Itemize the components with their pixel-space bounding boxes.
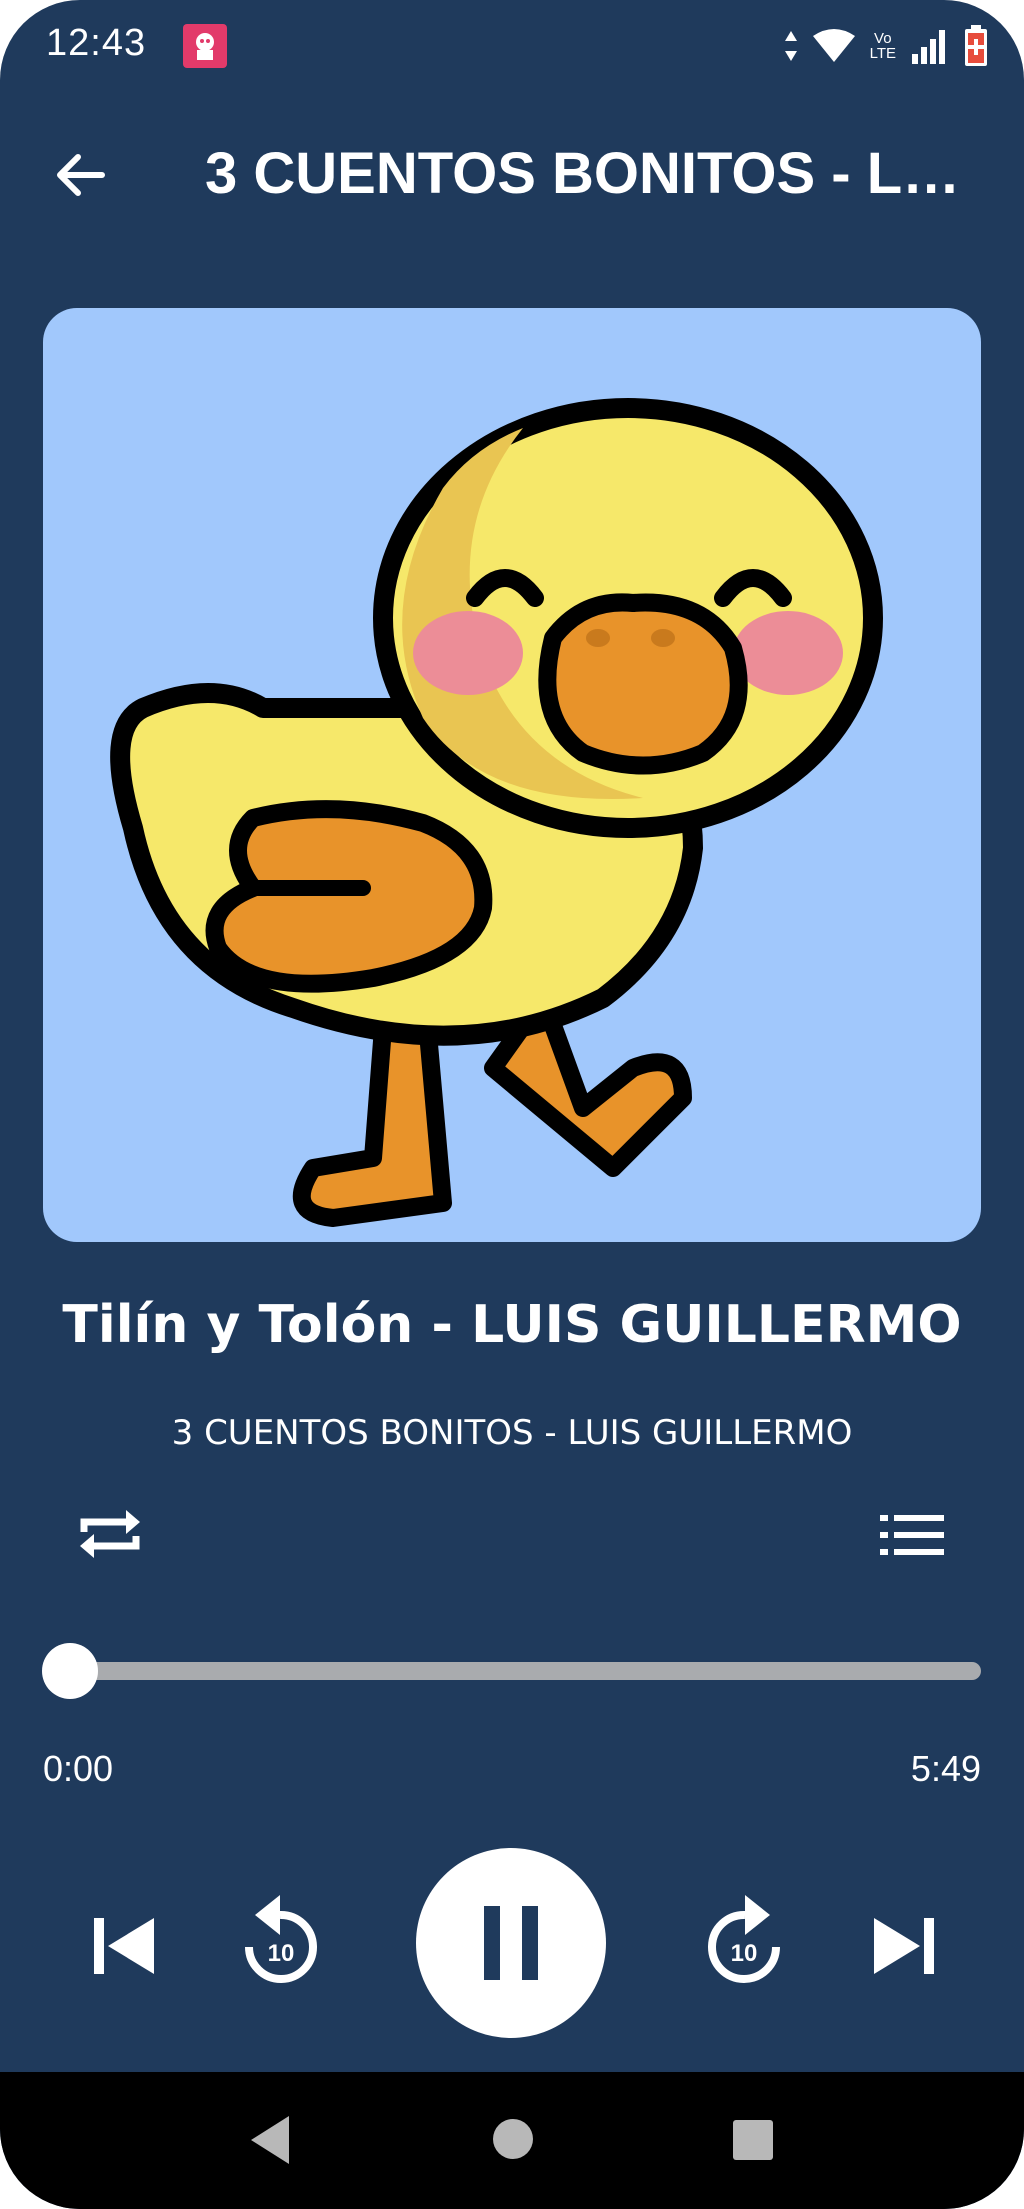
back-button[interactable] <box>48 142 114 208</box>
forward-seconds-label: 10 <box>731 1940 758 1967</box>
nav-home-button[interactable] <box>488 2114 538 2164</box>
track-title: Tilín y Tolón - LUIS GUILLERMO <box>62 1295 962 1355</box>
square-recents-icon <box>733 2120 773 2160</box>
rewind-seconds-label: 10 <box>268 1940 295 1967</box>
signal-icon <box>912 30 945 64</box>
pause-icon <box>484 1906 538 1980</box>
replay-10-icon: 10 <box>245 1895 317 1983</box>
status-bar: 12:43 Vo LTE <box>0 0 1024 95</box>
album-title: 3 CUENTOS BONITOS - LUIS GUILLERMO <box>171 1413 853 1453</box>
rewind-10-button[interactable]: 10 <box>235 1885 325 1990</box>
next-track-button[interactable] <box>868 1910 940 1982</box>
play-pause-button[interactable] <box>416 1848 606 2038</box>
wifi-icon <box>812 29 855 62</box>
status-icons: Vo LTE <box>784 24 988 68</box>
battery-icon <box>965 25 987 66</box>
app-notification-icon <box>183 24 227 68</box>
forward-10-button[interactable]: 10 <box>700 1885 790 1990</box>
repeat-button[interactable] <box>74 1498 146 1570</box>
nav-back-button[interactable] <box>245 2112 295 2168</box>
previous-track-button[interactable] <box>88 1910 160 1982</box>
volte-indicator: Vo LTE <box>869 30 896 62</box>
skip-previous-icon <box>94 1918 154 1974</box>
circle-home-icon <box>493 2119 533 2159</box>
player-screen: 12:43 Vo LTE 3 CUENTOS BONITOS - LUI Til… <box>0 0 1024 2209</box>
data-arrows-icon <box>784 31 797 61</box>
nav-recents-button[interactable] <box>729 2116 777 2164</box>
total-duration: 5:49 <box>910 1748 981 1789</box>
skip-next-icon <box>874 1918 934 1974</box>
triangle-back-icon <box>251 2116 289 2164</box>
list-icon <box>880 1515 944 1555</box>
arrow-left-icon <box>57 154 105 196</box>
seek-bar[interactable] <box>70 1662 981 1680</box>
status-time: 12:43 <box>46 22 147 64</box>
forward-10-icon: 10 <box>708 1895 780 1983</box>
album-artwork <box>43 308 981 1242</box>
queue-button[interactable] <box>876 1505 948 1565</box>
system-navigation-bar <box>0 2072 1024 2209</box>
duckling-illustration <box>110 398 883 1227</box>
elapsed-time: 0:00 <box>43 1748 114 1789</box>
page-title: 3 CUENTOS BONITOS - LUIS GUILLERMO <box>205 141 985 206</box>
seek-thumb[interactable] <box>42 1643 98 1699</box>
top-app-bar: 3 CUENTOS BONITOS - LUIS GUILLERMO <box>0 120 1024 230</box>
repeat-icon <box>80 1510 140 1558</box>
